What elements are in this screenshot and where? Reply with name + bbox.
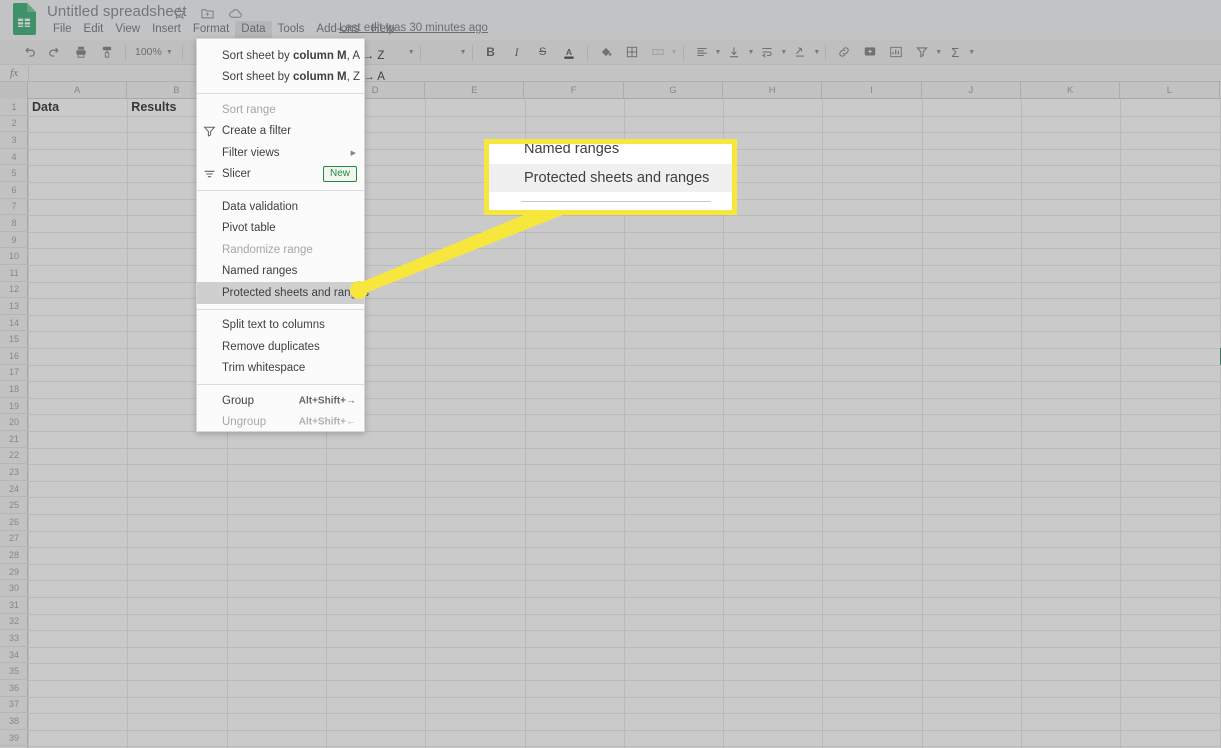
callout-separator	[521, 201, 711, 202]
magnifier-callout: Named ranges Protected sheets and ranges	[484, 139, 737, 215]
callout-item-protected-sheets: Protected sheets and ranges	[489, 164, 732, 192]
callout-pointer-line	[352, 205, 588, 292]
callout-target-dot	[350, 281, 368, 299]
callout-item-named-ranges: Named ranges	[524, 141, 620, 157]
google-sheets-app: Untitled spreadsheet File Edit View Inse…	[0, 0, 1221, 748]
